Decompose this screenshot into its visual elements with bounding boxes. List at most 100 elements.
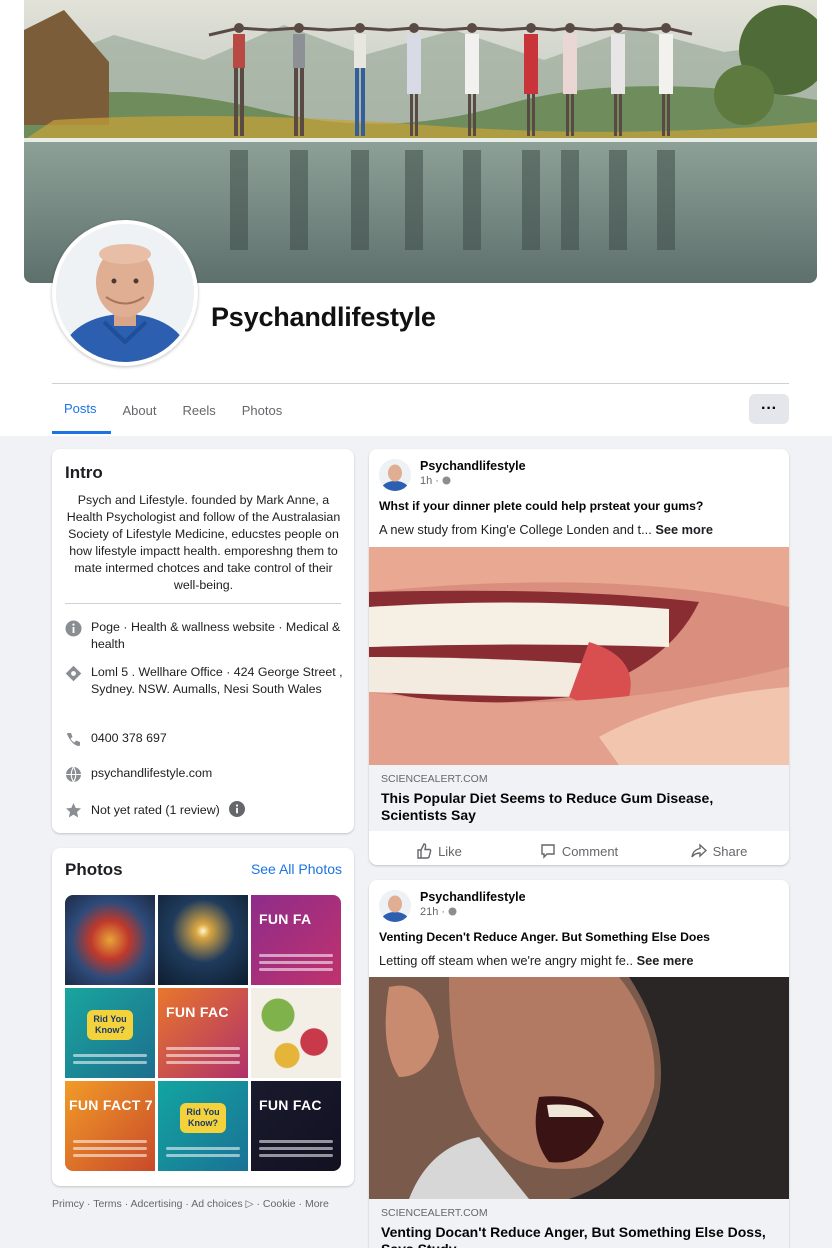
photos-heading: Photos: [65, 860, 123, 879]
profile-tabs: Posts About Reels Photos: [52, 386, 296, 436]
post-card: Psychandlifestyle 1h · Whst if your dinn…: [369, 449, 789, 865]
photo-tile-text-lines: [73, 1136, 147, 1157]
post-header: Psychandlifestyle 21h ·: [379, 890, 526, 922]
intro-card: Intro Psych and Lifestyle. founded by Ma…: [52, 449, 354, 833]
comment-button[interactable]: Comment: [509, 833, 649, 869]
photo-tile-label: FUN FACT 7: [69, 1097, 153, 1113]
photos-grid: FUN FA Rid You Know? FUN FAC FUN FACT 7 …: [65, 895, 341, 1171]
link-domain: SCIENCEALERT.COM: [381, 773, 488, 785]
photo-tile[interactable]: Rid You Know?: [65, 988, 155, 1078]
post-time-text: 21h ·: [420, 906, 446, 918]
post-meta: Psychandlifestyle 21h ·: [420, 890, 526, 922]
phone-text[interactable]: 0400 378 697: [91, 730, 345, 748]
post-headline: Whst if your dinner plete could help prs…: [379, 499, 704, 513]
post-meta: Psychandlifestyle 1h ·: [420, 459, 526, 491]
photo-tile[interactable]: [251, 988, 341, 1078]
profile-header: Psychandlifestyle Posts About Reels Phot…: [0, 0, 832, 436]
post-image[interactable]: [369, 547, 789, 765]
photos-card: Photos See All Photos FUN FA Rid You Kno…: [52, 848, 354, 1186]
more-options-button[interactable]: ···: [749, 394, 789, 424]
photo-tile[interactable]: Rid You Know?: [158, 1081, 248, 1171]
link-title: This Popular Diet Seems to Reduce Gum Di…: [381, 790, 714, 823]
share-button[interactable]: Share: [649, 833, 789, 869]
rating-text: Not yet rated (1 review): [91, 801, 345, 822]
avatar-image: [56, 224, 194, 362]
photo-tile-label: Rid You Know?: [180, 1103, 226, 1133]
tab-photos[interactable]: Photos: [230, 386, 296, 434]
post-header: Psychandlifestyle 1h ·: [379, 459, 526, 491]
photo-tile-label: FUN FAC: [259, 1097, 322, 1113]
comment-label: Comment: [561, 843, 619, 859]
photo-tile-text-lines: [166, 1143, 240, 1157]
post-headline: Venting Decen't Reduce Anger. But Someth…: [379, 930, 710, 944]
photo-tile[interactable]: [158, 895, 248, 985]
intro-divider: [65, 603, 341, 604]
share-icon: [690, 843, 707, 859]
info-phone: 0400 378 697: [65, 730, 345, 748]
category-text: Poge · Health & wallness website · Medic…: [91, 620, 341, 651]
post-image[interactable]: [369, 977, 789, 1199]
rating-info-icon[interactable]: [229, 801, 246, 822]
link-domain: SCIENCEALERT.COM: [381, 1207, 488, 1219]
post-body: Letting off steam when we're angry might…: [379, 953, 694, 968]
globe-icon: [65, 765, 91, 783]
footer-links[interactable]: Primcy · Terms · Adcertising · Ad choice…: [52, 1198, 329, 1210]
post-author[interactable]: Psychandlifestyle: [420, 459, 526, 473]
post-time: 1h ·: [420, 475, 526, 488]
photo-tile-label: FUN FA: [259, 911, 312, 927]
link-title: Venting Docan't Reduce Anger, But Someth…: [381, 1224, 766, 1248]
globe-icon: [448, 907, 457, 919]
photo-tile[interactable]: FUN FAC: [251, 1081, 341, 1171]
post-avatar[interactable]: [379, 459, 411, 491]
photo-tile[interactable]: FUN FA: [251, 895, 341, 985]
like-button[interactable]: Like: [369, 833, 509, 869]
link-preview[interactable]: SCIENCEALERT.COM Venting Docan't Reduce …: [369, 1199, 789, 1248]
photo-tile-label: FUN FAC: [166, 1004, 229, 1020]
post-author[interactable]: Psychandlifestyle: [420, 890, 526, 904]
photo-tile[interactable]: FUN FAC: [158, 988, 248, 1078]
photo-tile-label: Rid You Know?: [87, 1010, 133, 1040]
tab-reels[interactable]: Reels: [171, 386, 230, 434]
photo-tile[interactable]: [65, 895, 155, 985]
photo-tile-text-lines: [259, 950, 333, 971]
address-text: Loml 5 . Wellhare Office · 424 George St…: [91, 665, 343, 696]
intro-heading: Intro: [65, 463, 103, 482]
post-body: A new study from King'e College Londen a…: [379, 522, 713, 537]
website-link[interactable]: psychandlifestyle.com: [91, 765, 345, 783]
info-category: Poge · Health & wallness website · Medic…: [65, 619, 345, 653]
post-avatar[interactable]: [379, 890, 411, 922]
post-actions: Like Comment Share: [369, 833, 789, 869]
like-label: Like: [438, 843, 462, 859]
photo-tile[interactable]: FUN FACT 7: [65, 1081, 155, 1171]
share-label: Share: [712, 843, 748, 859]
info-icon: [65, 619, 91, 653]
info-address: Loml 5 . Wellhare Office · 424 George St…: [65, 664, 345, 698]
see-all-photos-link[interactable]: See All Photos: [251, 861, 342, 877]
phone-icon: [65, 730, 91, 748]
profile-avatar[interactable]: [52, 220, 198, 366]
post-card: Psychandlifestyle 21h · Venting Decen't …: [369, 880, 789, 1248]
post-body-text: A new study from King'e College Londen a…: [379, 522, 652, 537]
post-body-text: Letting off steam when we're angry might…: [379, 953, 634, 968]
photo-tile-text-lines: [166, 1043, 240, 1064]
star-icon: [65, 801, 91, 822]
post-time-text: 1h ·: [420, 475, 439, 487]
tab-about[interactable]: About: [111, 386, 171, 434]
comment-icon: [540, 843, 556, 859]
post-time: 21h ·: [420, 906, 526, 919]
photo-tile-text-lines: [73, 1050, 147, 1064]
tab-posts[interactable]: Posts: [52, 386, 111, 434]
info-rating: Not yet rated (1 review): [65, 801, 345, 822]
rating-label: Not yet rated (1 review): [91, 803, 220, 817]
location-icon: [65, 664, 91, 698]
photo-tile-text-lines: [259, 1136, 333, 1157]
page-title: Psychandlifestyle: [211, 302, 436, 332]
see-more-link[interactable]: See mere: [637, 953, 694, 968]
see-more-link[interactable]: See more: [655, 522, 713, 537]
thumbs-up-icon: [416, 843, 432, 859]
link-preview[interactable]: SCIENCEALERT.COM This Popular Diet Seems…: [369, 765, 789, 831]
intro-bio: Psych and Lifestyle. founded by Mark Ann…: [66, 493, 341, 592]
info-website: psychandlifestyle.com: [65, 765, 345, 783]
header-divider: [52, 383, 789, 384]
globe-icon: [442, 476, 451, 488]
